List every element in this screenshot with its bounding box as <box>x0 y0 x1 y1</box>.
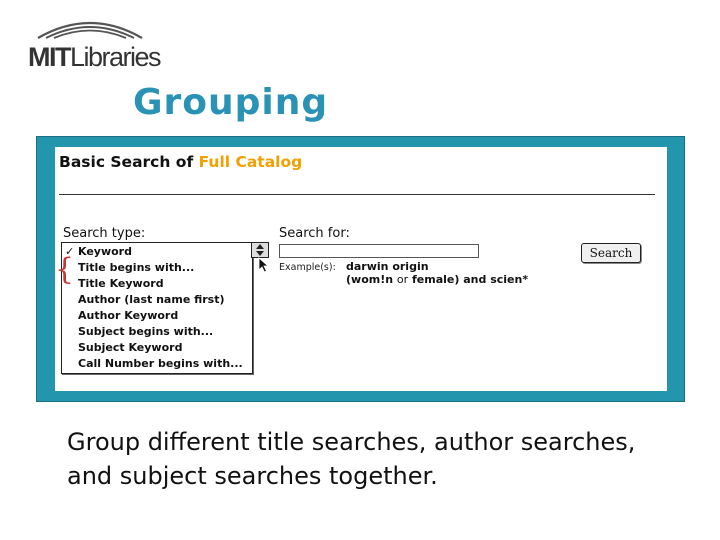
example-query-1: darwin origin <box>346 260 429 273</box>
slide-title: Grouping <box>133 82 329 123</box>
search-for-input[interactable] <box>279 244 479 258</box>
examples-label: Example(s): <box>279 262 336 273</box>
catalog-scope-link[interactable]: Full Catalog <box>199 153 303 171</box>
search-type-option[interactable]: Subject begins with... <box>62 324 252 340</box>
mouse-pointer-icon <box>258 257 270 273</box>
catalog-screenshot-frame: Basic Search of Full Catalog Search type… <box>36 136 685 402</box>
divider <box>59 194 655 195</box>
mit-libraries-logo: MITLibraries <box>28 14 162 74</box>
search-type-label: Search type: <box>63 226 146 241</box>
search-type-option[interactable]: Title begins with... <box>62 260 252 276</box>
grouping-brace-annotation: { <box>55 252 75 287</box>
heading-prefix: Basic Search of <box>59 153 194 171</box>
logo-wordmark: MITLibraries <box>28 42 162 73</box>
search-type-option[interactable]: Title Keyword <box>62 276 252 292</box>
logo-arc-icon <box>37 22 143 39</box>
search-type-option[interactable]: ✓ Keyword <box>62 244 252 260</box>
slide-caption: Group different title searches, author s… <box>67 428 636 490</box>
search-type-option[interactable]: Call Number begins with... <box>62 356 252 372</box>
up-down-arrows-icon <box>256 244 264 256</box>
search-type-listbox[interactable]: ✓ Keyword Title begins with... Title Keyw… <box>61 242 253 374</box>
search-button[interactable]: Search <box>581 243 641 263</box>
search-type-option[interactable]: Author Keyword <box>62 308 252 324</box>
logo-libraries-text: Libraries <box>70 42 162 72</box>
example-query-2: (wom!n or female) and scien* <box>346 273 529 286</box>
logo-mit-text: MIT <box>28 42 72 72</box>
listbox-scroll-button[interactable] <box>251 242 269 258</box>
basic-search-heading: Basic Search of Full Catalog <box>59 153 302 171</box>
search-type-option[interactable]: Author (last name first) <box>62 292 252 308</box>
basic-search-panel: Basic Search of Full Catalog Search type… <box>55 147 667 391</box>
search-type-option[interactable]: Subject Keyword <box>62 340 252 356</box>
search-for-label: Search for: <box>279 226 350 241</box>
